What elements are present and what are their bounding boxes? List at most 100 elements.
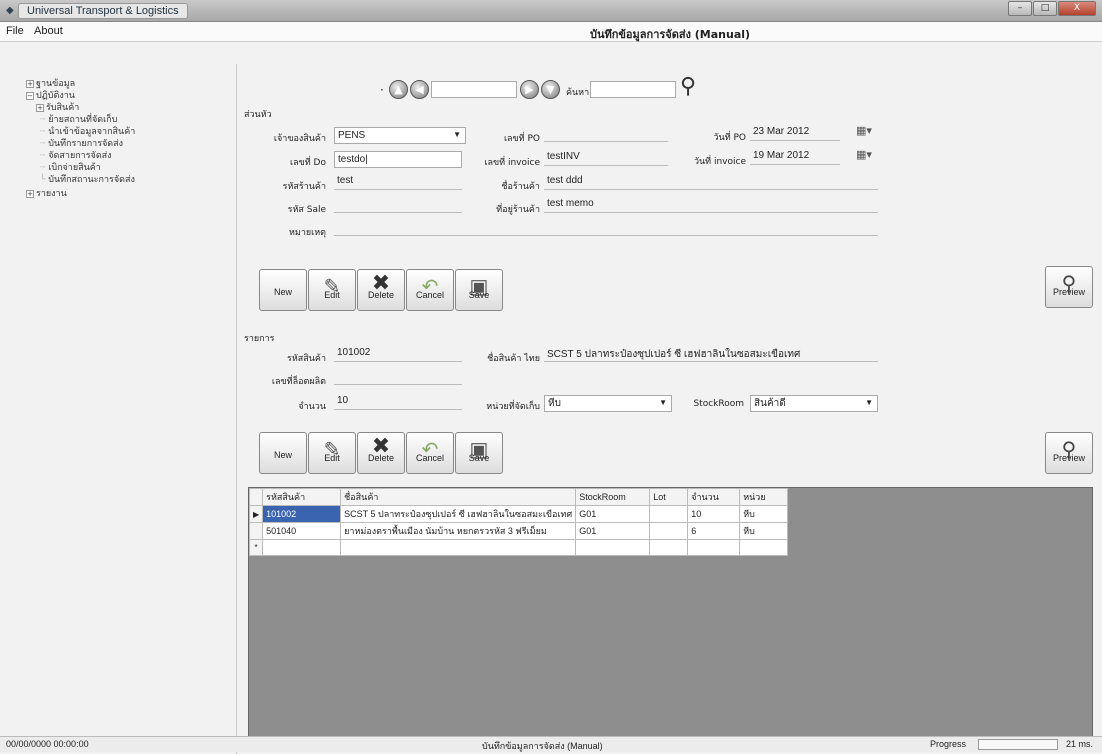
item-cancel-button[interactable]: ↶ Cancel: [406, 432, 454, 474]
owner-value: PENS: [338, 130, 366, 141]
cell-empty[interactable]: [575, 539, 651, 556]
product-name-input[interactable]: SCST 5 ปลาทระป๋องซุปเปอร์ ซี เฮฟฮาลินในซ…: [544, 346, 878, 362]
item-save-button[interactable]: ▣ Save: [455, 432, 503, 474]
search-input[interactable]: [590, 81, 676, 98]
column-header[interactable]: Lot: [649, 488, 689, 506]
cell-product-code[interactable]: 501040: [262, 522, 342, 540]
dropdown-arrow-icon: ▼: [865, 398, 873, 407]
sale-input[interactable]: [334, 197, 462, 213]
po-input[interactable]: [544, 126, 668, 142]
do-label: เลขที่ Do: [290, 158, 326, 168]
shop-address-label: ที่อยู่ร้านค้า: [496, 205, 540, 215]
search-label: ค้นหา: [566, 88, 590, 98]
menu-about[interactable]: About: [34, 25, 63, 37]
nav-left-icon[interactable]: ◀: [410, 80, 429, 99]
qty-label: จำนวน: [298, 402, 326, 412]
item-new-button[interactable]: New: [259, 432, 307, 474]
qty-input[interactable]: 10: [334, 394, 462, 410]
stockroom-label: StockRoom: [693, 399, 744, 409]
invoice-date-label: วันที่ invoice: [693, 157, 746, 167]
button-label: Cancel: [415, 453, 444, 463]
invoice-date-input[interactable]: 19 Mar 2012: [750, 149, 840, 165]
nav-up-icon[interactable]: ▲: [389, 80, 408, 99]
note-label: หมายเหตุ: [288, 228, 326, 238]
cell-stockroom[interactable]: G01: [575, 505, 651, 523]
cell-empty[interactable]: [649, 539, 689, 556]
column-header[interactable]: รหัสสินค้า: [262, 488, 342, 506]
nav-right-icon[interactable]: ▶: [520, 80, 539, 99]
calendar-icon[interactable]: ▦▾: [856, 148, 872, 161]
minimize-button[interactable]: –: [1008, 1, 1032, 16]
expand-icon[interactable]: +: [36, 103, 44, 112]
status-datetime: 00/00/0000 00:00:00: [6, 739, 89, 749]
progress-bar: [978, 739, 1058, 750]
note-input[interactable]: [334, 220, 878, 236]
do-input[interactable]: testdo|: [334, 151, 462, 168]
record-input[interactable]: [431, 81, 517, 98]
table-row[interactable]: ▶ 101002 SCST 5 ปลาทระป๋องซุปเปอร์ ซี เฮ…: [248, 505, 789, 523]
header-preview-button[interactable]: ⚲ Preview: [1045, 266, 1093, 308]
nav-down-icon[interactable]: ▼: [541, 80, 560, 99]
new-row[interactable]: *: [248, 539, 789, 556]
shop-address-input[interactable]: test memo: [544, 197, 878, 213]
cell-qty[interactable]: 10: [687, 505, 741, 523]
tree-label: รายงาน: [36, 189, 67, 199]
header-delete-button[interactable]: ✖ Delete: [357, 269, 405, 311]
item-preview-button[interactable]: ⚲ Preview: [1045, 432, 1093, 474]
shop-code-label: รหัสร้านค้า: [282, 182, 326, 192]
column-header[interactable]: ชื่อสินค้า: [340, 488, 577, 506]
header-save-button[interactable]: ▣ Save: [455, 269, 503, 311]
menu-bar: File About บันทึกข้อมูลการจัดส่ง (Manual…: [0, 22, 1102, 42]
column-header[interactable]: หน่วย: [739, 488, 789, 506]
shop-code-input[interactable]: test: [334, 174, 462, 190]
item-edit-button[interactable]: ✎ Edit: [308, 432, 356, 474]
button-label: Save: [468, 290, 490, 300]
tree-node-reports[interactable]: + รายงาน: [26, 186, 67, 200]
tree-item-delivery-status[interactable]: └ บันทึกสถานะการจัดส่ง: [40, 172, 135, 186]
cell-qty[interactable]: 6: [687, 522, 741, 540]
status-form-name: บันทึกข้อมูลการจัดส่ง (Manual): [482, 741, 603, 751]
header-section-title: ส่วนหัว: [244, 110, 272, 120]
cell-empty[interactable]: [739, 539, 789, 556]
header-cancel-button[interactable]: ↶ Cancel: [406, 269, 454, 311]
owner-select[interactable]: PENS ▼: [334, 127, 466, 144]
calendar-icon[interactable]: ▦▾: [856, 124, 872, 137]
item-delete-button[interactable]: ✖ Delete: [357, 432, 405, 474]
row-header-corner: [248, 488, 264, 506]
expand-icon[interactable]: +: [26, 79, 34, 88]
row-header: [248, 522, 264, 540]
po-date-input[interactable]: 23 Mar 2012: [750, 125, 840, 141]
maximize-button[interactable]: □: [1033, 1, 1057, 16]
collapse-icon[interactable]: −: [26, 91, 34, 100]
stockroom-select[interactable]: สินค้าดี ▼: [750, 395, 878, 412]
cell-empty[interactable]: [262, 539, 342, 556]
button-label: Delete: [367, 290, 394, 300]
column-header[interactable]: จำนวน: [687, 488, 741, 506]
cell-empty[interactable]: [687, 539, 741, 556]
unit-select[interactable]: หีบ ▼: [544, 395, 672, 412]
cell-product-name[interactable]: ยาหม่องตราพื้นเมือง นัมบ้าน หยกตรวรหัส 3…: [340, 522, 577, 540]
product-code-input[interactable]: 101002: [334, 346, 462, 362]
header-new-button[interactable]: New: [259, 269, 307, 311]
cell-stockroom[interactable]: G01: [575, 522, 651, 540]
shop-name-input[interactable]: test ddd: [544, 174, 878, 190]
button-label: Save: [468, 453, 490, 463]
invoice-input[interactable]: testINV: [544, 150, 668, 166]
cell-product-code[interactable]: 101002: [262, 505, 342, 523]
search-icon[interactable]: ⚲: [680, 74, 696, 99]
column-header[interactable]: StockRoom: [575, 488, 651, 506]
cell-empty[interactable]: [340, 539, 577, 556]
cell-product-name[interactable]: SCST 5 ปลาทระป๋องซุปเปอร์ ซี เฮฟฮาลินในซ…: [340, 505, 577, 523]
cell-unit[interactable]: หีบ: [739, 522, 789, 540]
splitter[interactable]: [236, 64, 237, 754]
close-button[interactable]: X: [1058, 1, 1096, 16]
cell-lot[interactable]: [649, 505, 689, 523]
cell-lot[interactable]: [649, 522, 689, 540]
header-edit-button[interactable]: ✎ Edit: [308, 269, 356, 311]
tree-label: บันทึกสถานะการจัดส่ง: [48, 175, 135, 185]
lot-input[interactable]: [334, 369, 462, 385]
menu-file[interactable]: File: [6, 25, 24, 37]
table-row[interactable]: 501040 ยาหม่องตราพื้นเมือง นัมบ้าน หยกตร…: [248, 522, 789, 540]
expand-icon[interactable]: +: [26, 189, 34, 198]
cell-unit[interactable]: หีบ: [739, 505, 789, 523]
